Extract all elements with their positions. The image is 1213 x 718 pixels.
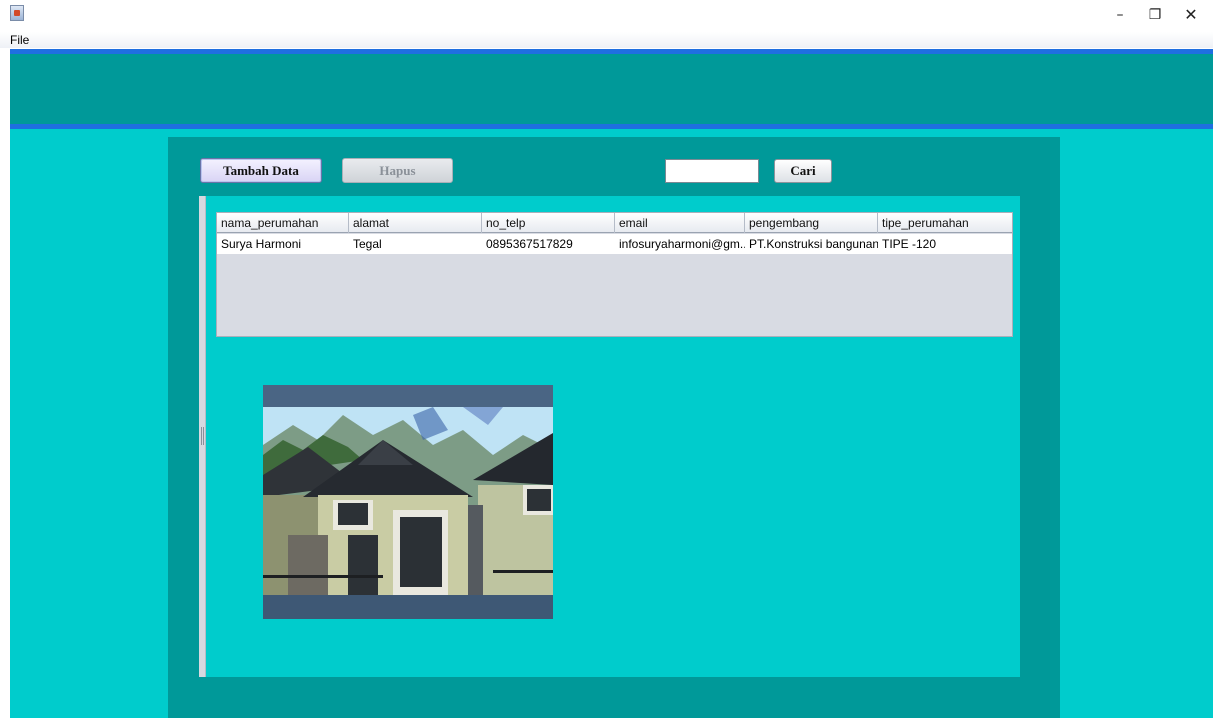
close-icon[interactable]: ✕ bbox=[1180, 4, 1202, 26]
house-image bbox=[263, 385, 553, 619]
header-banner bbox=[10, 54, 1213, 124]
table-cell: Tegal bbox=[353, 237, 382, 251]
column-header[interactable]: alamat bbox=[349, 213, 482, 233]
title-bar: – ❐ ✕ bbox=[0, 0, 1213, 32]
menu-bar: File bbox=[0, 32, 1213, 48]
hapus-button[interactable]: Hapus bbox=[342, 158, 453, 183]
table-cell: Surya Harmoni bbox=[221, 237, 302, 251]
perumahan-table[interactable]: nama_perumahan alamat no_telp email peng… bbox=[216, 212, 1013, 337]
tambah-data-button[interactable]: Tambah Data bbox=[200, 158, 322, 183]
column-header[interactable]: no_telp bbox=[482, 213, 615, 233]
column-header[interactable]: nama_perumahan bbox=[217, 213, 349, 233]
java-app-icon bbox=[10, 5, 24, 21]
table-header: nama_perumahan alamat no_telp email peng… bbox=[217, 213, 1012, 233]
table-cell: infosuryaharmoni@gm... bbox=[619, 237, 745, 251]
table-cell: TIPE -120 bbox=[882, 237, 937, 251]
table-row[interactable]: Surya Harmoni Tegal 0895367517829 infosu… bbox=[217, 234, 1012, 254]
minimize-icon[interactable]: – bbox=[1109, 4, 1131, 26]
menu-file[interactable]: File bbox=[10, 32, 29, 48]
column-header[interactable]: tipe_perumahan bbox=[878, 213, 1012, 233]
column-header[interactable]: email bbox=[615, 213, 745, 233]
search-input[interactable] bbox=[665, 159, 759, 183]
maximize-icon[interactable]: ❐ bbox=[1144, 4, 1166, 26]
cari-button[interactable]: Cari bbox=[774, 159, 832, 183]
divider-grip-icon[interactable] bbox=[201, 427, 204, 445]
table-cell: PT.Konstruksi bangunan bbox=[749, 237, 878, 251]
table-cell: 0895367517829 bbox=[486, 237, 573, 251]
column-header[interactable]: pengembang bbox=[745, 213, 878, 233]
